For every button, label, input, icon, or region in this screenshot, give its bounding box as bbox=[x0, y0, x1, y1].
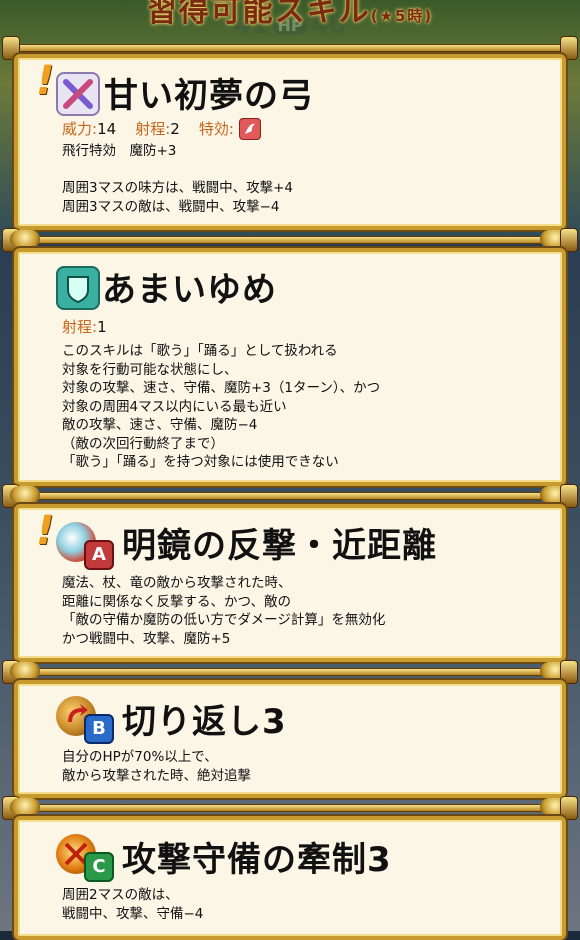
range-label: 射程: bbox=[62, 318, 98, 336]
slot-c-badge: C bbox=[84, 852, 114, 882]
skill-card-a[interactable]: ! A 明鏡の反撃・近距離 魔法、杖、竜の敵から攻撃された時、 距離に関係なく反撃… bbox=[14, 504, 566, 662]
skill-name: 甘い初夢の弓 bbox=[104, 76, 314, 116]
desc-line bbox=[62, 161, 293, 180]
desc-line: 距離に関係なく反撃する、かつ、敵の bbox=[62, 593, 291, 610]
desc-line: 「敵の守備か魔防の低い方でダメージ計算」を無効化 bbox=[62, 612, 386, 628]
desc-line: 周囲3マスの味方は、戦闘中、攻撃+4 bbox=[62, 180, 293, 196]
desc-line: 対象の周囲4マス以内にいる最も近い bbox=[62, 398, 287, 415]
slot-b-badge: B bbox=[84, 714, 114, 744]
desc-line: かつ戦闘中、攻撃、魔防+5 bbox=[62, 630, 231, 647]
crossed-swords-icon bbox=[56, 72, 100, 116]
skill-description: 魔法、杖、竜の敵から攻撃された時、 距離に関係なく反撃する、かつ、敵の「敵の守備か… bbox=[62, 574, 385, 648]
skill-card-c[interactable]: C 攻撃守備の牽制3 周囲2マスの敵は、戦闘中、攻撃、守備−4 bbox=[14, 816, 566, 940]
skill-card-b[interactable]: B 切り返し3 自分のHPが70%以上で、敵から攻撃された時、絶対追撃 bbox=[14, 680, 566, 798]
might-value: 14 bbox=[97, 120, 117, 138]
desc-line: 敵の攻撃、速さ、守備、魔防−4 bbox=[62, 417, 258, 433]
skill-description: 飛行特効 魔防+3 周囲3マスの味方は、戦闘中、攻撃+4 周囲3マスの敵は、戦闘中… bbox=[62, 142, 293, 216]
desc-line: 飛行特効 魔防+3 bbox=[62, 143, 177, 159]
desc-line: 魔法、杖、竜の敵から攻撃された時、 bbox=[62, 575, 292, 591]
effective-label: 特効: bbox=[198, 120, 234, 138]
desc-line: 周囲3マスの敵は、戦闘中、攻撃−4 bbox=[62, 198, 280, 215]
might-label: 威力: bbox=[62, 120, 98, 138]
page-title-suffix: (★5時) bbox=[370, 7, 434, 25]
page-title: 習得可能スキル(★5時) bbox=[130, 0, 450, 30]
page-title-text: 習得可能スキル bbox=[146, 0, 371, 29]
assist-stats: 射程:1 bbox=[62, 316, 107, 337]
range-value: 1 bbox=[97, 318, 107, 336]
skill-card-assist[interactable]: あまいゆめ 射程:1 このスキルは「歌う」「踊る」として扱われる 対象を行動可能な… bbox=[14, 248, 566, 486]
desc-line: 戦闘中、攻撃、守備−4 bbox=[62, 905, 204, 922]
skill-name: 攻撃守備の牽制3 bbox=[122, 840, 392, 880]
desc-line: 周囲2マスの敵は、 bbox=[62, 887, 179, 903]
skill-name: あまいゆめ bbox=[102, 270, 277, 310]
desc-line: このスキルは「歌う」「踊る」として扱われる bbox=[62, 343, 338, 359]
range-label: 射程: bbox=[135, 120, 171, 138]
desc-line: 自分のHPが70%以上で、 bbox=[62, 749, 218, 765]
desc-line: 対象の攻撃、速さ、守備、魔防+3（1ターン）、かつ bbox=[62, 380, 381, 396]
range-value: 2 bbox=[170, 120, 180, 138]
flier-effective-icon bbox=[238, 118, 261, 140]
gold-divider bbox=[0, 796, 580, 820]
skill-description: 周囲2マスの敵は、戦闘中、攻撃、守備−4 bbox=[62, 886, 203, 923]
gold-divider bbox=[0, 228, 580, 252]
skill-name: 明鏡の反撃・近距離 bbox=[122, 526, 437, 566]
weapon-stats: 威力:14 射程:2 特効: bbox=[62, 118, 261, 140]
learnable-exclamation-icon: ! bbox=[36, 58, 55, 104]
slot-a-badge: A bbox=[84, 540, 114, 570]
desc-line: 「歌う」「踊る」を持つ対象には使用できない bbox=[62, 454, 339, 470]
desc-line: 対象を行動可能な状態にし、 bbox=[62, 361, 238, 378]
desc-line: 敵から攻撃された時、絶対追撃 bbox=[62, 767, 251, 784]
gold-divider bbox=[0, 484, 580, 508]
desc-line: （敵の次回行動終了まで） bbox=[62, 435, 224, 452]
learnable-exclamation-icon: ! bbox=[36, 508, 55, 554]
gold-divider bbox=[0, 660, 580, 684]
skill-name: 切り返し3 bbox=[122, 702, 287, 742]
skill-card-weapon[interactable]: ! 甘い初夢の弓 威力:14 射程:2 特効: 飛行特効 魔防+3 周囲3マスの… bbox=[14, 54, 566, 230]
assist-shield-icon bbox=[56, 266, 100, 310]
skill-description: このスキルは「歌う」「踊る」として扱われる 対象を行動可能な状態にし、対象の攻撃、… bbox=[62, 342, 380, 472]
skill-description: 自分のHPが70%以上で、敵から攻撃された時、絶対追撃 bbox=[62, 748, 251, 785]
